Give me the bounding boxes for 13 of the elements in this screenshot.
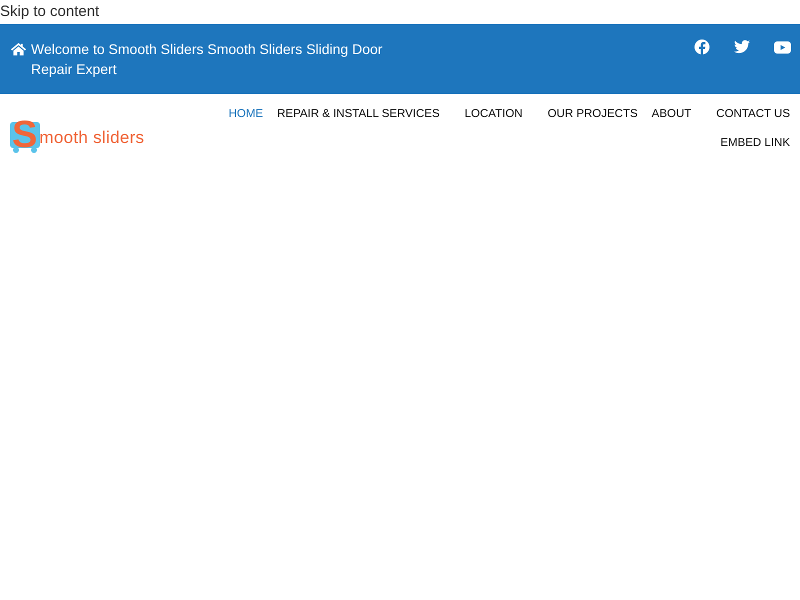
youtube-icon[interactable]: [774, 40, 791, 54]
skip-link[interactable]: Skip to content: [0, 0, 100, 24]
welcome-text: Welcome to Smooth Sliders Smooth Sliders Sliding Door Repair Expert: [31, 40, 384, 79]
nav-link[interactable]: EMBED LINK: [713, 131, 790, 155]
nav-link[interactable]: LOCATION: [458, 102, 541, 126]
nav-link[interactable]: HOME: [222, 102, 270, 126]
nav-link[interactable]: CONTACT US: [709, 102, 790, 126]
twitter-icon[interactable]: [734, 39, 750, 55]
nav-link[interactable]: OUR PROJECTS: [540, 102, 645, 126]
facebook-icon[interactable]: [694, 39, 710, 55]
nav-link[interactable]: ABOUT: [644, 102, 710, 126]
nav-link[interactable]: REPAIR & INSTALL SERVICES: [270, 102, 458, 126]
home-icon: [10, 42, 27, 56]
